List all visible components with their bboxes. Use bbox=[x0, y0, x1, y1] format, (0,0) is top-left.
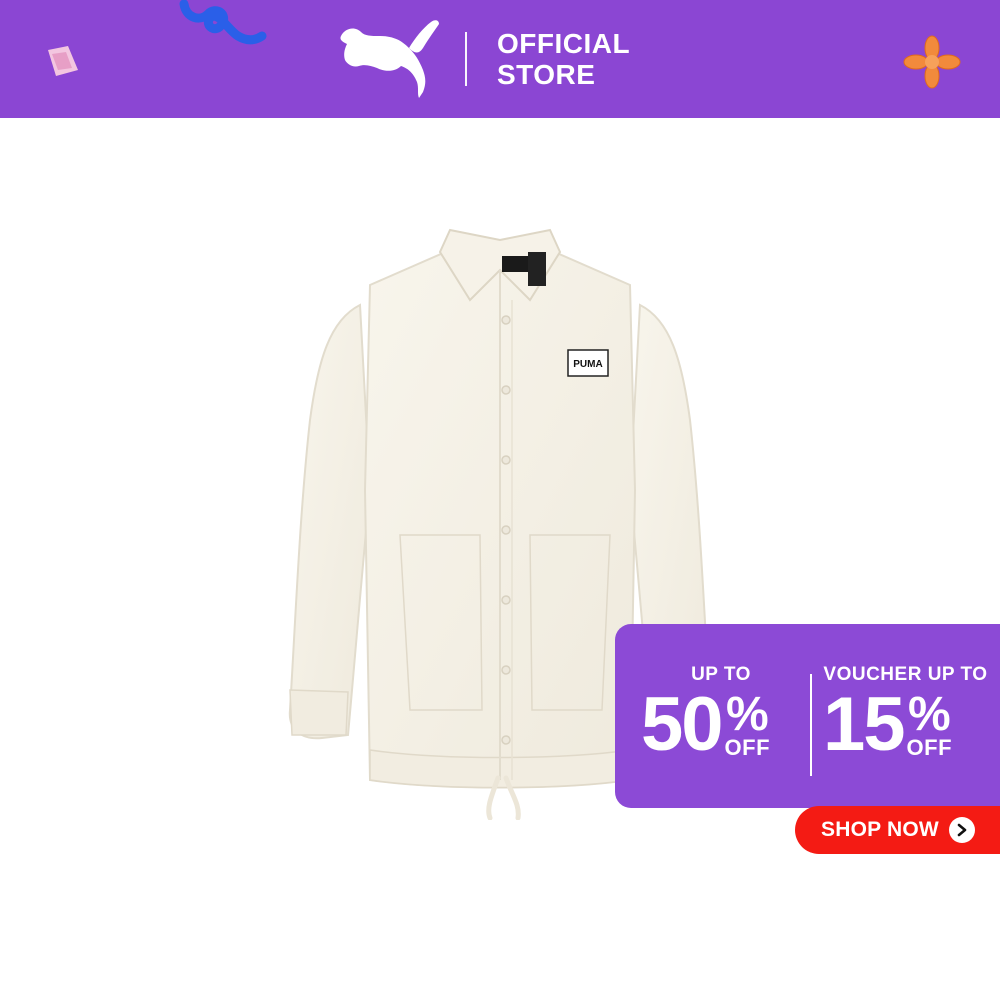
discount-value: 50 bbox=[641, 682, 724, 767]
promo-card[interactable]: UP TO 50 % OFF VOUCHER UP TO 15 % OFF bbox=[615, 624, 1000, 808]
discount-sign: % OFF bbox=[724, 688, 771, 760]
brand-divider bbox=[465, 32, 467, 86]
voucher-sign: % OFF bbox=[906, 688, 953, 760]
discount-column: UP TO 50 % OFF bbox=[641, 664, 801, 767]
official-store-text: OFFICIAL STORE bbox=[497, 28, 630, 90]
pink-paper-icon bbox=[48, 46, 78, 76]
chest-badge-text: PUMA bbox=[573, 359, 602, 370]
top-banner: OFFICIAL STORE bbox=[0, 0, 1000, 118]
voucher-column: VOUCHER UP TO 15 % OFF bbox=[823, 664, 988, 767]
voucher-off: OFF bbox=[906, 735, 953, 760]
puma-cat-logo-icon bbox=[340, 20, 439, 98]
orange-asterisk-icon bbox=[903, 35, 961, 89]
voucher-percent: % bbox=[907, 688, 951, 741]
shop-now-button[interactable]: SHOP NOW bbox=[795, 806, 1000, 854]
shop-now-label: SHOP NOW bbox=[821, 818, 939, 841]
store-line-2: STORE bbox=[497, 59, 596, 90]
arrow-right-icon bbox=[948, 817, 975, 843]
blue-squiggle-icon bbox=[179, 0, 267, 45]
voucher-figure: 15 % OFF bbox=[823, 682, 988, 767]
promo-divider bbox=[810, 674, 812, 776]
discount-percent: % bbox=[725, 688, 769, 741]
store-line-1: OFFICIAL bbox=[497, 28, 631, 59]
voucher-value: 15 bbox=[823, 682, 906, 767]
discount-off: OFF bbox=[724, 735, 771, 760]
brand-lockup: OFFICIAL STORE bbox=[335, 14, 630, 104]
discount-figure: 50 % OFF bbox=[641, 682, 801, 767]
